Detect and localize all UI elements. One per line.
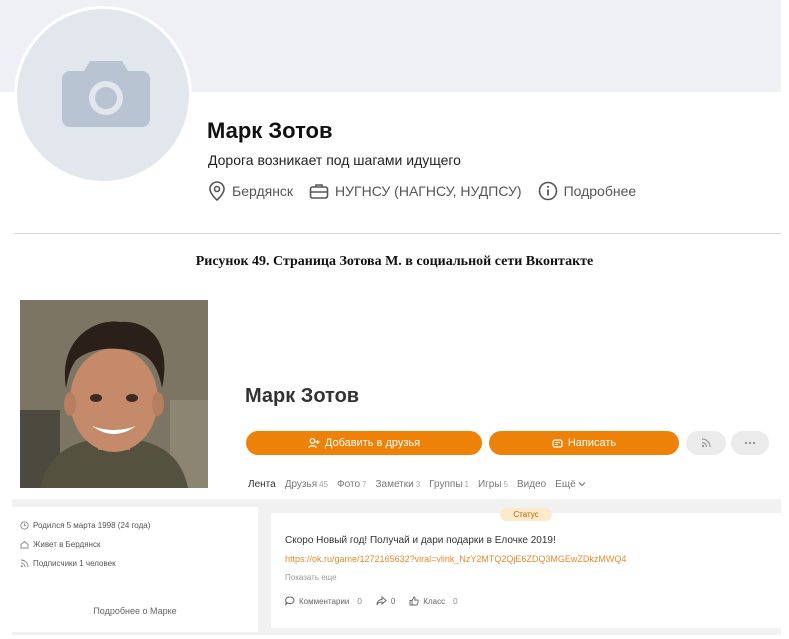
rss-icon <box>20 559 29 568</box>
vk-avatar[interactable] <box>14 6 192 184</box>
more-actions-button[interactable] <box>731 431 769 455</box>
tab-video[interactable]: Видео <box>517 479 546 490</box>
ok-profile-screenshot: Марк Зотов Добавить в друзья Написать Ле… <box>12 285 781 635</box>
more-dots-icon <box>744 441 756 445</box>
post-actions: Комментарии 0 0 Класс 0 <box>285 596 472 606</box>
add-friend-label: Добавить в друзья <box>324 437 421 449</box>
vk-university[interactable]: НУГНСУ (НАГНСУ, НУДПСУ) <box>309 182 522 200</box>
tab-groups[interactable]: Группы 1 <box>429 479 469 490</box>
vk-profile-name: Марк Зотов <box>207 118 333 143</box>
likes-count: 0 <box>453 596 458 606</box>
comments-button[interactable]: Комментарии 0 <box>285 596 362 606</box>
ok-profile-header: Марк Зотов Добавить в друзья Написать Ле… <box>12 285 781 499</box>
chevron-down-icon <box>579 482 586 487</box>
show-more-link[interactable]: Показать еще <box>285 573 337 582</box>
vk-details-link[interactable]: Подробнее <box>538 181 637 201</box>
shares-count: 0 <box>390 596 396 606</box>
birthday-label: Родился 5 марта 1998 (24 года) <box>33 521 151 530</box>
tab-label: Группы <box>429 479 463 490</box>
likes-label: Класс <box>423 596 446 606</box>
like-button[interactable]: Класс 0 <box>409 596 458 606</box>
vk-city[interactable]: Бердянск <box>208 181 293 201</box>
tab-count: 7 <box>362 480 367 489</box>
tab-label: Видео <box>517 479 547 490</box>
figure-caption: Рисунок 49. Страница Зотова М. в социаль… <box>195 254 594 269</box>
subscribe-button[interactable] <box>686 431 726 455</box>
vk-details-label: Подробнее <box>563 183 637 199</box>
profile-photo-image <box>20 300 208 488</box>
tab-label: Фото <box>337 479 361 490</box>
tab-label: Друзья <box>284 479 318 490</box>
ok-profile-info-card: Родился 5 марта 1998 (24 года) Живет в Б… <box>12 507 258 632</box>
tab-games[interactable]: Игры 5 <box>478 479 508 490</box>
tab-friends[interactable]: Друзья 45 <box>285 479 328 490</box>
ok-profile-tabs: Лента Друзья 45 Фото 7 Заметки 3 Группы 1 Иг… <box>248 479 595 490</box>
tab-count: 3 <box>415 480 421 489</box>
thumbs-up-icon <box>409 596 419 606</box>
tab-count: 45 <box>319 480 329 489</box>
location-pin-icon <box>209 181 225 201</box>
message-icon <box>552 438 563 448</box>
subscribers-row[interactable]: Подписчики 1 человек <box>20 559 116 568</box>
subscribers-label: Подписчики 1 человек <box>33 559 116 568</box>
write-message-button[interactable]: Написать <box>489 431 679 455</box>
status-badge: Статус <box>500 508 552 521</box>
tab-notes[interactable]: Заметки 3 <box>375 479 420 490</box>
tab-label: Ещё <box>555 479 576 490</box>
comment-icon <box>285 596 295 606</box>
rss-icon <box>701 438 711 448</box>
tab-count: 1 <box>464 480 469 489</box>
tab-label: Заметки <box>375 479 414 490</box>
add-user-icon <box>308 437 320 448</box>
write-message-label: Написать <box>567 437 617 449</box>
tab-label: Игры <box>477 479 502 490</box>
birthday-row: Родился 5 марта 1998 (24 года) <box>20 521 150 530</box>
comments-label: Комментарии <box>299 596 350 606</box>
vk-profile-info: Бердянск НУГНСУ (НАГНСУ, НУДПСУ) Подробн… <box>208 181 652 201</box>
vk-profile-status: Дорога возникает под шагами идущего <box>208 152 461 168</box>
share-button[interactable]: 0 <box>376 596 395 606</box>
home-icon <box>20 540 29 549</box>
city-label: Живет в Бердянск <box>33 540 101 549</box>
share-icon <box>376 596 387 606</box>
ok-avatar-photo[interactable] <box>20 300 208 488</box>
info-icon <box>538 181 557 201</box>
comments-count: 0 <box>357 596 362 606</box>
briefcase-icon <box>309 184 329 199</box>
vk-university-label: НУГНСУ (НАГНСУ, НУДПСУ) <box>335 183 522 199</box>
post-title: Скоро Новый год! Получай и дари подарки … <box>285 535 556 546</box>
tab-count: 5 <box>503 480 508 489</box>
add-friend-button[interactable]: Добавить в друзья <box>246 431 482 455</box>
more-about-link[interactable]: Подробнее о Марке <box>12 606 258 616</box>
ok-status-post: Скоро Новый год! Получай и дари подарки … <box>271 513 781 628</box>
ok-profile-name: Марк Зотов <box>245 385 360 407</box>
divider <box>14 233 781 234</box>
camera-icon <box>62 61 150 127</box>
vk-profile-screenshot: Марк Зотов Дорога возникает под шагами и… <box>0 0 781 234</box>
clock-icon <box>20 521 29 530</box>
post-link[interactable]: https://ok.ru/game/1272165632?viral=vlin… <box>285 554 626 564</box>
tab-label: Лента <box>248 479 276 490</box>
tab-photos[interactable]: Фото 7 <box>337 479 366 490</box>
city-row: Живет в Бердянск <box>20 540 100 549</box>
vk-city-label: Бердянск <box>232 183 294 199</box>
tab-more[interactable]: Ещё <box>555 479 586 490</box>
tab-feed[interactable]: Лента <box>248 479 276 490</box>
